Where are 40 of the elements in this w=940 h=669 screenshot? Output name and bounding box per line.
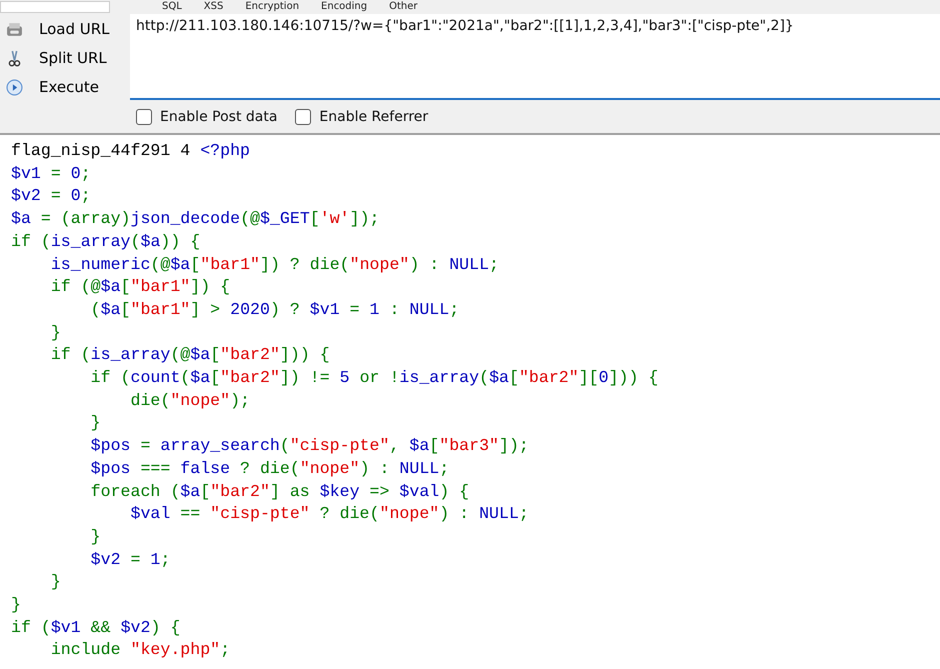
code-line: $val == "cisp-pte" ? die("nope") : NULL; [129, 503, 529, 526]
code-line: $pos === false ? die("nope") : NULL; [90, 458, 450, 480]
menu-item[interactable]: Encryption [245, 0, 300, 14]
toolbar-button[interactable]: Execute [31, 78, 99, 96]
code-line: foreach ($a["bar2"] as $key => $val) { [90, 480, 470, 503]
code-line: if (is_array($a)) { [11, 230, 200, 253]
code-line: ($a["bar1"] > 2020) ? $v1 = 1 : NULL; [90, 298, 460, 321]
code-line: } [11, 594, 21, 616]
checkbox[interactable] [136, 109, 152, 125]
code-line: if (@$a["bar1"]) { [50, 276, 230, 298]
code-line: } [90, 412, 101, 434]
code-line: $pos = array_search("cisp-pte", $a["bar3"]); [90, 435, 529, 458]
menu-item[interactable]: SQL [162, 0, 182, 14]
scissors-icon [6, 50, 23, 66]
play-icon [6, 78, 23, 96]
url-field[interactable]: http://211.103.180.146:10715/?w={"bar1":"2021a","bar2":[[1],1,2,3,4],"bar3":["cisp-pte",2]} [130, 14, 940, 100]
code-line: $v2 = 1; [90, 548, 170, 571]
checkbox-label: Enable Post data [160, 109, 278, 125]
menu-item[interactable]: Encoding [321, 0, 368, 14]
code-line: if (is_array(@$a["bar2"])) { [50, 344, 330, 366]
code-line: } [90, 526, 101, 548]
toolbar-button[interactable]: Load URL [31, 20, 110, 38]
code-line: $a = (array)json_decode(@$_GET['w']); [11, 208, 380, 230]
toolbar-button[interactable]: Split URL [31, 49, 107, 67]
code-line: flag_nisp_44f291 4 <?php [11, 140, 250, 162]
dropdown-field[interactable] [0, 1, 110, 13]
checkbox-label: Enable Referrer [319, 109, 428, 125]
menu-item[interactable]: Other [389, 0, 418, 14]
code-line: if ($v1 && $v2) { [11, 616, 180, 639]
code-line: } [50, 571, 61, 594]
drive-icon [6, 20, 23, 38]
code-line: $v2 = 0; [11, 185, 91, 208]
code-line: is_numeric(@$a["bar1"]) ? die("nope") : NULL; [50, 254, 500, 276]
code-line: if (count($a["bar2"]) != 5 or !is_array($a["bar2"][0])) { [90, 367, 658, 390]
code-line: die("nope"); [129, 390, 250, 412]
code-line: include "key.php"; [50, 639, 230, 662]
code-line: } [50, 322, 61, 344]
menu-item[interactable]: XSS [204, 0, 224, 14]
checkbox[interactable] [295, 109, 312, 125]
code-line: $v1 = 0; [11, 162, 91, 185]
